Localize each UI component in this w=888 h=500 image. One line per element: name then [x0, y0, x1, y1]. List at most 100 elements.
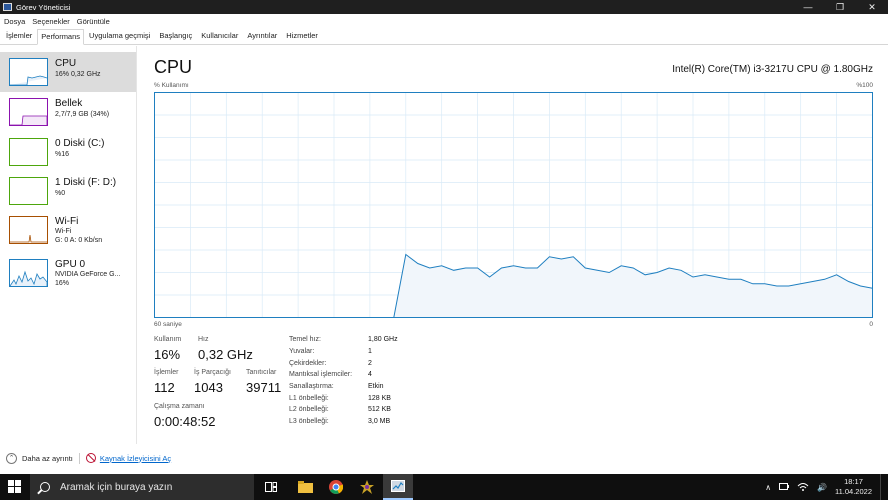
threads-label: İş Parçacığı — [194, 369, 231, 376]
tray-overflow-icon[interactable]: ∧ — [765, 483, 771, 492]
l1-cache-label: L1 önbelleği: — [289, 395, 329, 402]
processes-label: İşlemler — [154, 369, 179, 376]
cpu-detail-panel: CPU Intel(R) Core(TM) i3-3217U CPU @ 1.8… — [138, 46, 888, 444]
threads-value: 1043 — [194, 380, 223, 395]
graph-y-label: % Kullanımı — [154, 82, 189, 89]
tab-details[interactable]: Ayrıntılar — [243, 28, 281, 44]
base-speed-value: 1,80 GHz — [368, 336, 398, 343]
tab-processes[interactable]: İşlemler — [2, 28, 36, 44]
task-manager-taskbar-button[interactable] — [383, 474, 413, 500]
virtualization-value: Etkin — [368, 383, 384, 390]
battery-icon[interactable] — [779, 482, 790, 492]
cpu-model-name: Intel(R) Core(TM) i3-3217U CPU @ 1.80GHz — [672, 64, 873, 75]
fewer-details-button[interactable]: Daha az ayrıntı — [22, 454, 73, 463]
search-placeholder: Aramak için buraya yazın — [60, 481, 173, 493]
gpu-thumbnail — [9, 259, 48, 287]
volume-icon[interactable]: 🔊 — [817, 483, 827, 492]
close-button[interactable]: ✕ — [856, 0, 888, 14]
chrome-button[interactable] — [321, 474, 351, 500]
cores-label: Çekirdekler: — [289, 360, 327, 367]
sidebar-item-detail: 2,7/7,9 GB (34%) — [55, 111, 110, 118]
windows-logo-pane — [8, 480, 14, 486]
handles-label: Tanıtıcılar — [246, 369, 277, 376]
system-tray: ∧ 🔊 18:17 11.04.2022 — [765, 474, 888, 500]
l3-cache-value: 3,0 MB — [368, 418, 391, 425]
app-button[interactable] — [352, 474, 382, 500]
utilization-value: 16% — [154, 347, 181, 362]
taskbar: Aramak için buraya yazın ∧ 🔊 18:17 11.04… — [0, 474, 888, 500]
graph-y-max-label: %100 — [856, 82, 873, 89]
open-resource-monitor-link[interactable]: Kaynak İzleyicisini Aç — [100, 454, 171, 463]
footer-divider — [78, 452, 80, 464]
processes-value: 112 — [154, 380, 175, 395]
speed-label: Hız — [198, 336, 209, 343]
sidebar-item-disk-f[interactable]: 1 Diski (F: D:) %0 — [0, 171, 136, 211]
tab-app-history[interactable]: Uygulama geçmişi — [85, 28, 154, 44]
tab-bar: İşlemler Performans Uygulama geçmişi Baş… — [0, 29, 888, 45]
sidebar-item-label: CPU — [55, 58, 77, 69]
tab-startup[interactable]: Başlangıç — [155, 28, 196, 44]
task-view-button[interactable] — [256, 474, 286, 500]
base-speed-label: Temel hız: — [289, 336, 321, 343]
menu-bar: Dosya Seçenekler Görüntüle — [0, 14, 888, 28]
windows-logo-pane — [15, 487, 21, 493]
tab-services[interactable]: Hizmetler — [282, 28, 322, 44]
chevron-up-icon[interactable]: ⌃ — [6, 452, 17, 464]
task-view-icon — [265, 482, 277, 492]
minimize-button[interactable]: — — [792, 0, 824, 14]
cpu-utilization-graph — [154, 92, 873, 318]
sidebar-item-detail: %16 — [55, 151, 70, 158]
performance-sidebar: CPU 16% 0,32 GHz Bellek 2,7/7,9 GB (34%)… — [0, 46, 137, 444]
sockets-label: Yuvalar: — [289, 348, 315, 355]
sidebar-item-label: GPU 0 — [55, 259, 86, 270]
task-manager-icon — [3, 3, 12, 11]
disk-thumbnail — [9, 138, 48, 166]
show-desktop-button[interactable] — [880, 474, 888, 500]
menu-options[interactable]: Seçenekler — [32, 17, 70, 26]
utilization-label: Kullanım — [154, 336, 182, 343]
network-icon[interactable] — [797, 482, 809, 493]
speed-value: 0,32 GHz — [198, 347, 253, 362]
taskbar-search-box[interactable]: Aramak için buraya yazın — [30, 474, 254, 500]
title-bar: Görev Yöneticisi — ❐ ✕ — [0, 0, 888, 14]
tab-performance[interactable]: Performans — [37, 29, 85, 45]
cpu-thumbnail — [9, 58, 48, 86]
clock-date: 11.04.2022 — [835, 487, 872, 496]
logical-processors-label: Mantıksal işlemciler: — [289, 371, 353, 378]
tab-users[interactable]: Kullanıcılar — [197, 28, 242, 44]
folder-icon — [297, 481, 313, 493]
menu-view[interactable]: Görüntüle — [77, 17, 110, 26]
uptime-label: Çalışma zamanı — [154, 403, 205, 410]
graph-time-label: 60 saniye — [154, 321, 182, 328]
chrome-icon — [329, 480, 343, 494]
windows-logo-pane — [8, 487, 14, 493]
maximize-button[interactable]: ❐ — [824, 0, 856, 14]
clock-time: 18:17 — [844, 477, 863, 486]
sidebar-item-detail: 16% — [55, 280, 70, 287]
handles-value: 39711 — [246, 380, 282, 395]
sidebar-item-detail: G: 0 A: 0 Kb/sn — [55, 237, 103, 244]
sidebar-item-disk-c[interactable]: 0 Diski (C:) %16 — [0, 132, 136, 172]
sidebar-item-memory[interactable]: Bellek 2,7/7,9 GB (34%) — [0, 92, 136, 132]
sidebar-item-label: Bellek — [55, 98, 83, 109]
l2-cache-label: L2 önbelleği: — [289, 406, 329, 413]
sidebar-item-wifi[interactable]: Wi-Fi Wi-Fi G: 0 A: 0 Kb/sn — [0, 210, 136, 250]
sidebar-item-cpu[interactable]: CPU 16% 0,32 GHz — [0, 52, 136, 92]
wifi-thumbnail — [9, 216, 48, 244]
sidebar-item-label: Wi-Fi — [55, 216, 79, 227]
virtualization-label: Sanallaştırma: — [289, 383, 334, 390]
task-manager-icon — [391, 480, 405, 492]
sidebar-item-gpu[interactable]: GPU 0 NVIDIA GeForce G... 16% — [0, 253, 136, 293]
menu-file[interactable]: Dosya — [4, 17, 25, 26]
search-icon — [40, 482, 50, 492]
window-title: Görev Yöneticisi — [16, 2, 71, 12]
uptime-value: 0:00:48:52 — [154, 414, 216, 429]
page-title: CPU — [154, 57, 193, 77]
clock[interactable]: 18:17 11.04.2022 — [835, 477, 872, 497]
start-button[interactable] — [8, 480, 22, 494]
memory-thumbnail — [9, 98, 48, 126]
file-explorer-button[interactable] — [290, 474, 320, 500]
sidebar-item-label: 0 Diski (C:) — [55, 138, 105, 149]
disk-thumbnail — [9, 177, 48, 205]
cores-value: 2 — [368, 360, 372, 367]
